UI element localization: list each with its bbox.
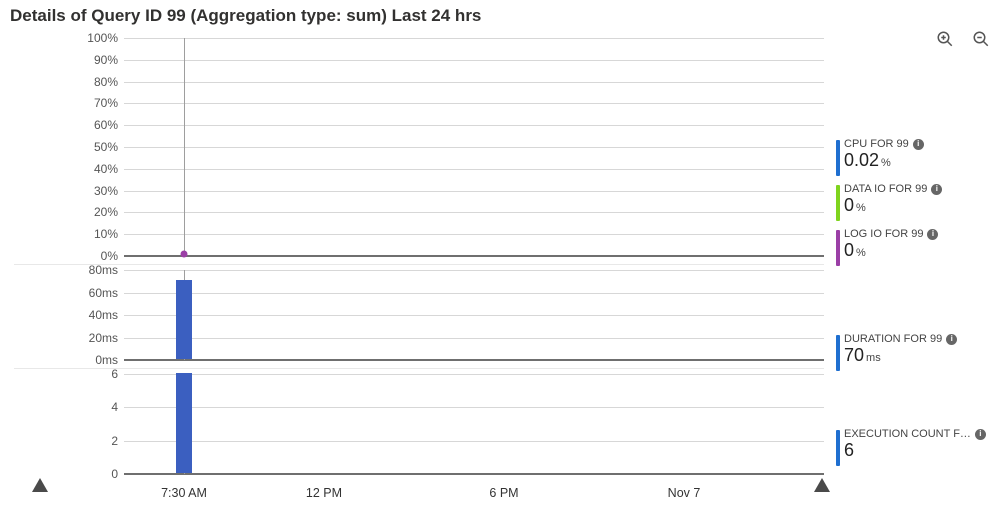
y-tick: 0% xyxy=(101,249,118,263)
y-tick: 70% xyxy=(94,96,118,110)
y-tick: 0ms xyxy=(95,353,118,367)
plot-duration[interactable] xyxy=(124,270,824,360)
metric-value: 0 xyxy=(844,195,854,215)
plot-percent[interactable] xyxy=(124,38,824,256)
metric-unit: % xyxy=(856,247,866,259)
metric-label: CPU FOR 99 xyxy=(844,138,909,150)
y-tick: 40ms xyxy=(89,308,118,322)
y-tick: 0 xyxy=(111,467,118,481)
metric-logio[interactable]: LOG IO FOR 99 i 0% xyxy=(836,228,996,261)
zoom-in-icon[interactable] xyxy=(936,30,954,48)
y-tick: 4 xyxy=(111,400,118,414)
info-icon[interactable]: i xyxy=(913,139,924,150)
time-cursor[interactable] xyxy=(184,38,185,256)
metric-label: EXECUTION COUNT F… xyxy=(844,428,971,440)
metric-cpu[interactable]: CPU FOR 99 i 0.02% xyxy=(836,138,996,171)
info-icon[interactable]: i xyxy=(931,184,942,195)
swatch xyxy=(836,185,840,221)
y-tick: 80% xyxy=(94,75,118,89)
panel-duration: 80ms 60ms 40ms 20ms 0ms xyxy=(14,270,824,360)
metric-unit: % xyxy=(856,202,866,214)
metric-label: LOG IO FOR 99 xyxy=(844,228,923,240)
swatch xyxy=(836,430,840,466)
y-tick: 6 xyxy=(111,367,118,381)
metric-execcount[interactable]: EXECUTION COUNT F… i 6 xyxy=(836,428,996,461)
info-icon[interactable]: i xyxy=(927,229,938,240)
y-axis-duration: 80ms 60ms 40ms 20ms 0ms xyxy=(14,270,124,360)
range-handle-right[interactable] xyxy=(814,478,830,492)
y-axis-percent: 100% 90% 80% 70% 60% 50% 40% 30% 20% 10%… xyxy=(14,38,124,256)
y-tick: 40% xyxy=(94,162,118,176)
x-tick: 6 PM xyxy=(489,486,518,500)
y-tick: 90% xyxy=(94,53,118,67)
y-tick: 20ms xyxy=(89,331,118,345)
y-tick: 2 xyxy=(111,434,118,448)
zoom-out-icon[interactable] xyxy=(972,30,990,48)
y-tick: 20% xyxy=(94,205,118,219)
y-tick: 50% xyxy=(94,140,118,154)
metric-cards: CPU FOR 99 i 0.02% DATA IO FOR 99 i 0% LOG… xyxy=(836,138,996,473)
y-tick: 80ms xyxy=(89,263,118,277)
swatch xyxy=(836,230,840,266)
metric-value: 6 xyxy=(844,440,854,460)
metric-label: DATA IO FOR 99 xyxy=(844,183,927,195)
metric-label: DURATION FOR 99 xyxy=(844,333,942,345)
metric-unit: % xyxy=(881,157,891,169)
plot-execcount[interactable] xyxy=(124,374,824,474)
bar-duration xyxy=(176,280,192,359)
x-tick: 7:30 AM xyxy=(161,486,207,500)
range-handle-left[interactable] xyxy=(32,478,48,492)
metric-unit: ms xyxy=(866,352,881,364)
y-axis-execcount: 6 4 2 0 xyxy=(14,374,124,474)
swatch xyxy=(836,140,840,176)
metric-dataio[interactable]: DATA IO FOR 99 i 0% xyxy=(836,183,996,216)
panel-percent: 100% 90% 80% 70% 60% 50% 40% 30% 20% 10%… xyxy=(14,38,824,256)
metric-value: 0.02 xyxy=(844,150,879,170)
zoom-controls xyxy=(936,30,990,48)
x-tick: Nov 7 xyxy=(668,486,701,500)
y-tick: 10% xyxy=(94,227,118,241)
y-tick: 100% xyxy=(87,31,118,45)
info-icon[interactable]: i xyxy=(975,429,986,440)
panel-execcount: 6 4 2 0 xyxy=(14,374,824,474)
page-title: Details of Query ID 99 (Aggregation type… xyxy=(0,0,1000,30)
info-icon[interactable]: i xyxy=(946,334,957,345)
data-point-logio xyxy=(181,250,188,257)
metric-duration[interactable]: DURATION FOR 99 i 70ms xyxy=(836,333,996,366)
metric-value: 70 xyxy=(844,345,864,365)
chart-area: 100% 90% 80% 70% 60% 50% 40% 30% 20% 10%… xyxy=(14,38,824,488)
y-tick: 60% xyxy=(94,118,118,132)
x-axis: 7:30 AM 12 PM 6 PM Nov 7 xyxy=(124,478,824,508)
y-tick: 60ms xyxy=(89,286,118,300)
metric-value: 0 xyxy=(844,240,854,260)
y-tick: 30% xyxy=(94,184,118,198)
bar-execcount xyxy=(176,373,192,473)
swatch xyxy=(836,335,840,371)
x-tick: 12 PM xyxy=(306,486,342,500)
